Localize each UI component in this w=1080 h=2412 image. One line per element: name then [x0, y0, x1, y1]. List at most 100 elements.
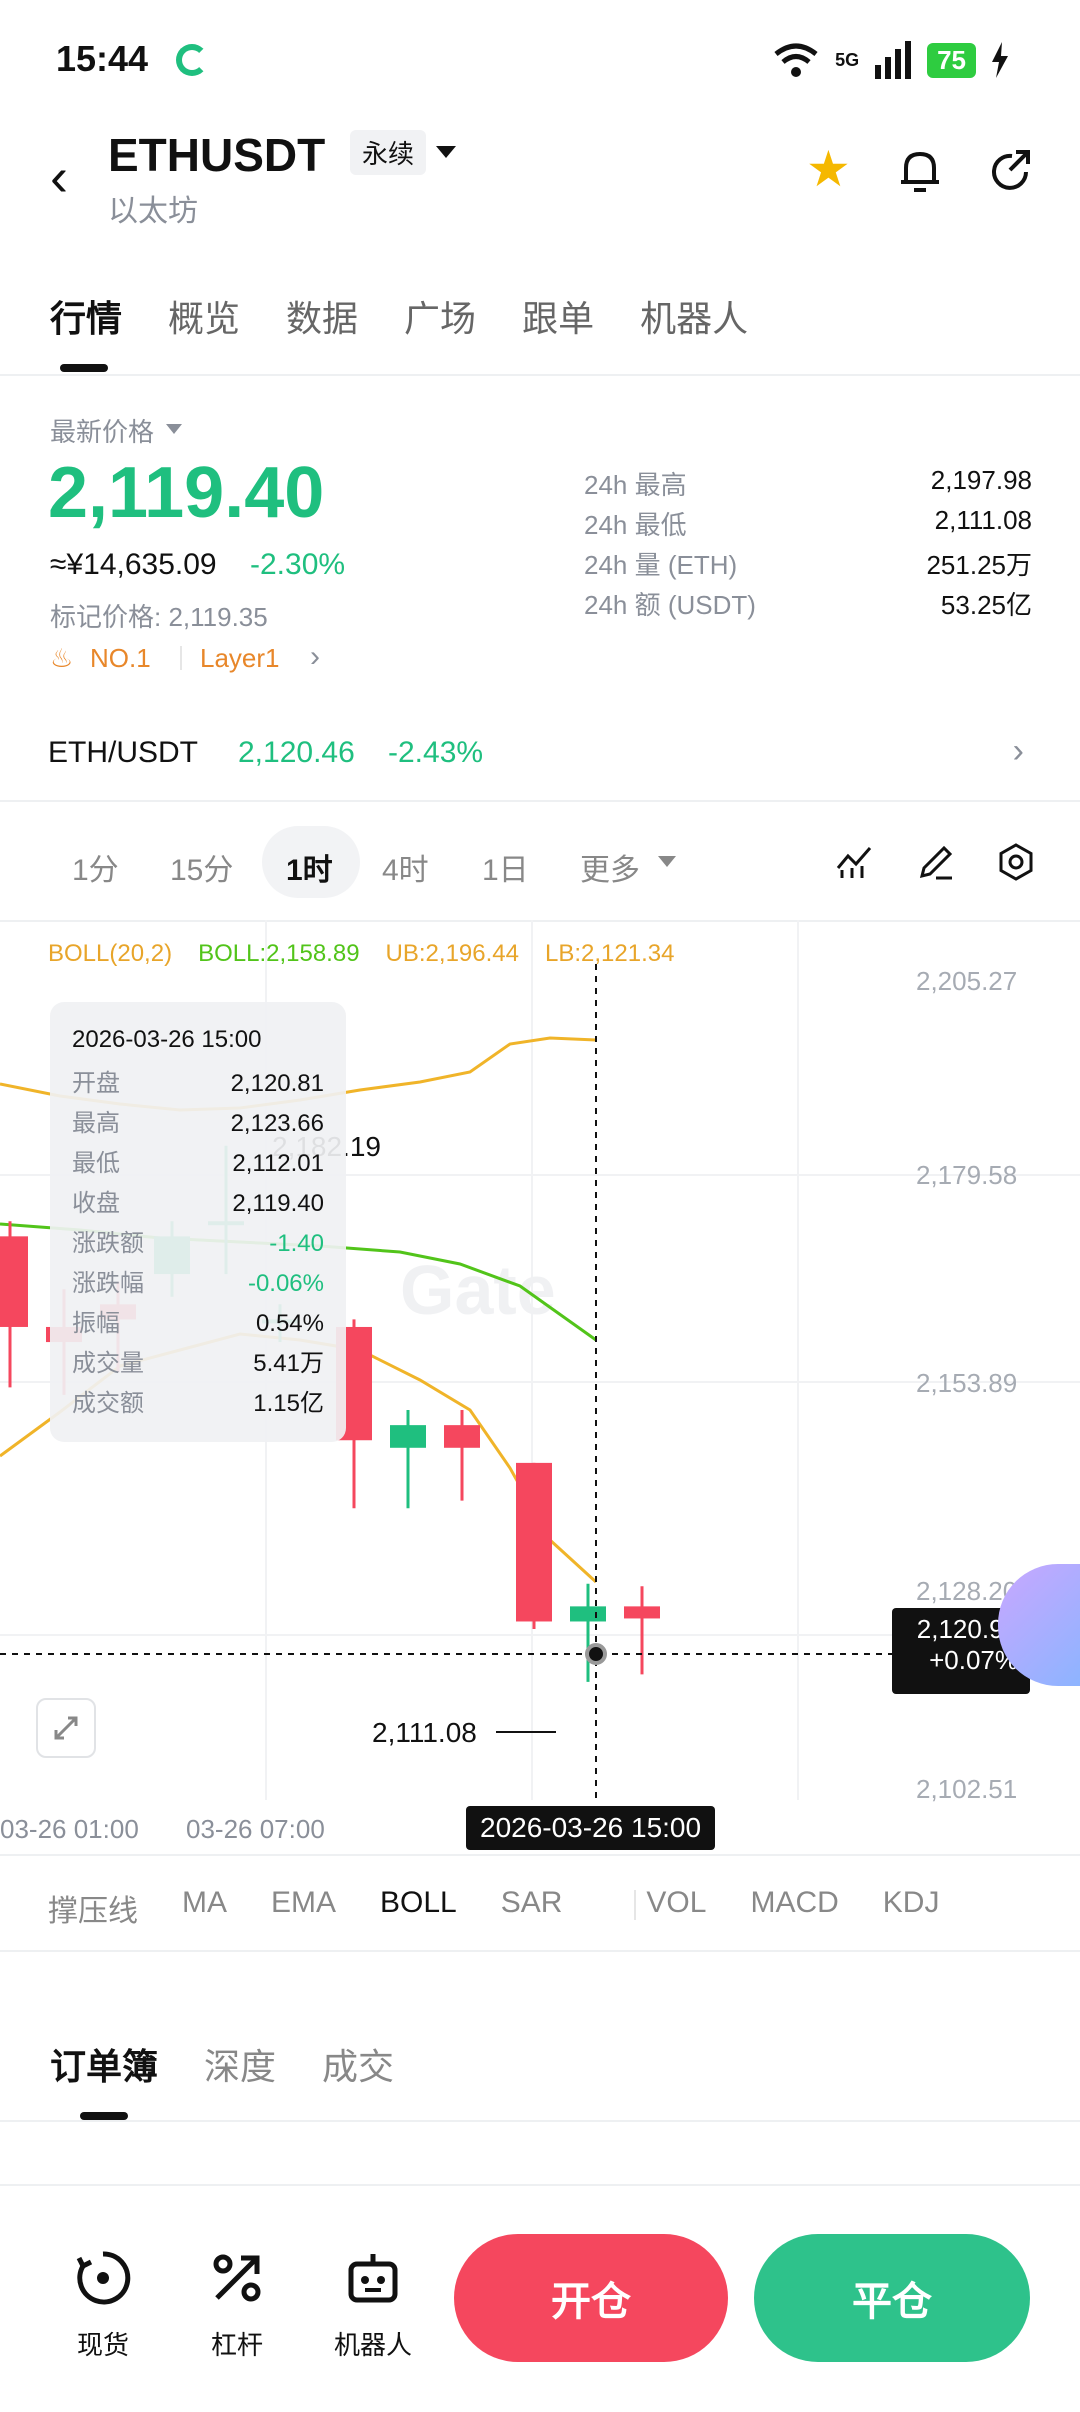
candle-body[interactable]	[516, 1462, 552, 1622]
tooltip-row: 成交量 5.41万	[72, 1344, 324, 1384]
caret-down-icon[interactable]	[658, 856, 676, 867]
indicator-vol[interactable]: VOL	[646, 1886, 706, 1930]
crosshair-pct: +0.07%	[929, 1645, 1018, 1675]
nav-label: 现货	[76, 2330, 129, 2360]
tooltip-key: 涨跌幅	[72, 1270, 144, 1297]
status-time: 15:44	[56, 38, 149, 79]
tooltip-row: 开盘 2,120.81	[72, 1064, 324, 1104]
contract-type-selector[interactable]: 永续	[350, 130, 427, 175]
interval-4h[interactable]: 4时	[382, 845, 429, 889]
charging-icon	[992, 42, 1008, 78]
active-tab-indicator	[80, 2112, 128, 2120]
tab-orderbook[interactable]: 订单簿	[50, 2038, 158, 2090]
interval-more[interactable]: 更多	[580, 845, 640, 889]
margin-icon	[213, 2254, 261, 2302]
interval-1h[interactable]: 1时	[286, 845, 333, 889]
chevron-right-icon[interactable]: ›	[310, 640, 320, 674]
divider	[0, 2184, 1080, 2186]
latest-price-label[interactable]: 最新价格	[50, 412, 154, 449]
expand-arrows-icon	[54, 1716, 78, 1740]
robot-icon	[348, 2254, 398, 2303]
nav-spot[interactable]: 现货	[48, 2248, 158, 2362]
tooltip-row: 最高 2,123.66	[72, 1104, 324, 1144]
sector-tag[interactable]: Layer1	[200, 643, 280, 674]
back-icon[interactable]: ‹	[50, 150, 68, 204]
candle-body[interactable]	[570, 1606, 606, 1622]
stat-high: 24h 最高 2,197.98	[584, 465, 1032, 502]
tooltip-row: 涨跌额 -1.40	[72, 1224, 324, 1264]
spot-pair-name[interactable]: ETH/USDT	[48, 736, 198, 770]
y-axis-label: 2,205.27	[916, 966, 1018, 996]
y-axis-label: 2,153.89	[916, 1368, 1018, 1398]
candle-body[interactable]	[624, 1606, 660, 1619]
draw-pencil-icon[interactable]	[916, 842, 956, 882]
candle-tooltip: 2026-03-26 15:00 开盘 2,120.81 最高 2,123.66 最…	[50, 1002, 346, 1442]
share-icon[interactable]	[986, 146, 1034, 196]
stat-turnover: 24h 额 (USDT) 53.25亿	[584, 585, 1032, 622]
tooltip-key: 成交量	[72, 1350, 144, 1377]
indicator-ma[interactable]: MA	[182, 1886, 227, 1930]
tooltip-row: 收盘 2,119.40	[72, 1184, 324, 1224]
candle-body[interactable]	[444, 1425, 480, 1448]
tooltip-row: 最低 2,112.01	[72, 1144, 324, 1184]
bell-icon[interactable]	[896, 146, 944, 196]
watermark: Gate	[400, 1251, 556, 1329]
crosshair-dot	[585, 1643, 607, 1665]
tooltip-key: 振幅	[72, 1310, 120, 1337]
tab-trades[interactable]: 成交	[322, 2038, 394, 2090]
tab-data[interactable]: 数据	[286, 290, 358, 342]
open-position-button[interactable]: 开仓	[454, 2234, 728, 2362]
star-icon[interactable]: ★	[806, 144, 851, 194]
nav-bot[interactable]: 机器人	[318, 2248, 428, 2362]
tooltip-key: 最低	[72, 1150, 120, 1177]
interval-15m[interactable]: 15分	[170, 845, 233, 889]
interval-1m[interactable]: 1分	[72, 845, 119, 889]
tab-square[interactable]: 广场	[404, 290, 476, 342]
tooltip-key: 成交额	[72, 1390, 144, 1417]
active-tab-indicator	[60, 364, 108, 372]
tooltip-row: 成交额 1.15亿	[72, 1384, 324, 1424]
main-tabs: 行情 概览 数据 广场 跟单 机器人	[50, 290, 748, 342]
tab-depth[interactable]: 深度	[204, 2038, 276, 2090]
stat-low: 24h 最低 2,111.08	[584, 505, 1032, 542]
indicator-boll[interactable]: BOLL	[380, 1886, 457, 1930]
tooltip-key: 开盘	[72, 1070, 120, 1097]
indicator-ema[interactable]: EMA	[271, 1886, 336, 1930]
rank-badge[interactable]: NO.1	[90, 643, 151, 674]
tooltip-value: 2,119.40	[232, 1190, 324, 1217]
expand-icon[interactable]	[36, 1698, 96, 1758]
caret-down-icon[interactable]	[166, 424, 182, 434]
tooltip-time: 2026-03-26 15:00	[72, 1026, 262, 1053]
app-status-icon	[176, 44, 208, 76]
candle-body[interactable]	[390, 1425, 426, 1448]
interval-1d[interactable]: 1日	[482, 845, 529, 889]
nav-margin[interactable]: 杠杆	[182, 2248, 292, 2362]
indicator-sar[interactable]: SAR	[501, 1886, 563, 1930]
indicator-macd[interactable]: MACD	[750, 1886, 838, 1930]
tooltip-key: 涨跌额	[72, 1230, 144, 1257]
tab-market[interactable]: 行情	[50, 290, 122, 342]
indicator-kdj[interactable]: KDJ	[883, 1886, 940, 1930]
close-position-button[interactable]: 平仓	[754, 2234, 1030, 2362]
divider	[0, 2120, 1080, 2122]
tab-copy-trade[interactable]: 跟单	[522, 290, 594, 342]
stat-label: 24h 最高	[584, 470, 687, 500]
x-axis-label: 03-26 07:00	[186, 1814, 325, 1844]
tab-bot[interactable]: 机器人	[640, 290, 748, 342]
spot-pair-price: 2,120.46	[238, 736, 355, 769]
tooltip-row: 振幅 0.54%	[72, 1304, 324, 1344]
chevron-right-icon[interactable]: ›	[1013, 732, 1024, 771]
y-axis-label: 2,102.51	[916, 1774, 1018, 1804]
tooltip-value: 2,123.66	[230, 1110, 324, 1137]
stat-value: 2,197.98	[930, 465, 1032, 495]
indicator-icon[interactable]	[834, 842, 874, 882]
symbol-title: ETHUSDT	[108, 129, 326, 181]
tab-overview[interactable]: 概览	[168, 290, 240, 342]
caret-down-icon[interactable]	[436, 146, 456, 158]
tooltip-value: 0.54%	[255, 1310, 324, 1337]
tooltip-key: 收盘	[72, 1190, 120, 1217]
indicator-support-resistance[interactable]: 撑压线	[48, 1886, 138, 1930]
candle-body[interactable]	[0, 1236, 28, 1327]
settings-icon[interactable]	[996, 842, 1036, 882]
separator	[634, 1890, 636, 1920]
